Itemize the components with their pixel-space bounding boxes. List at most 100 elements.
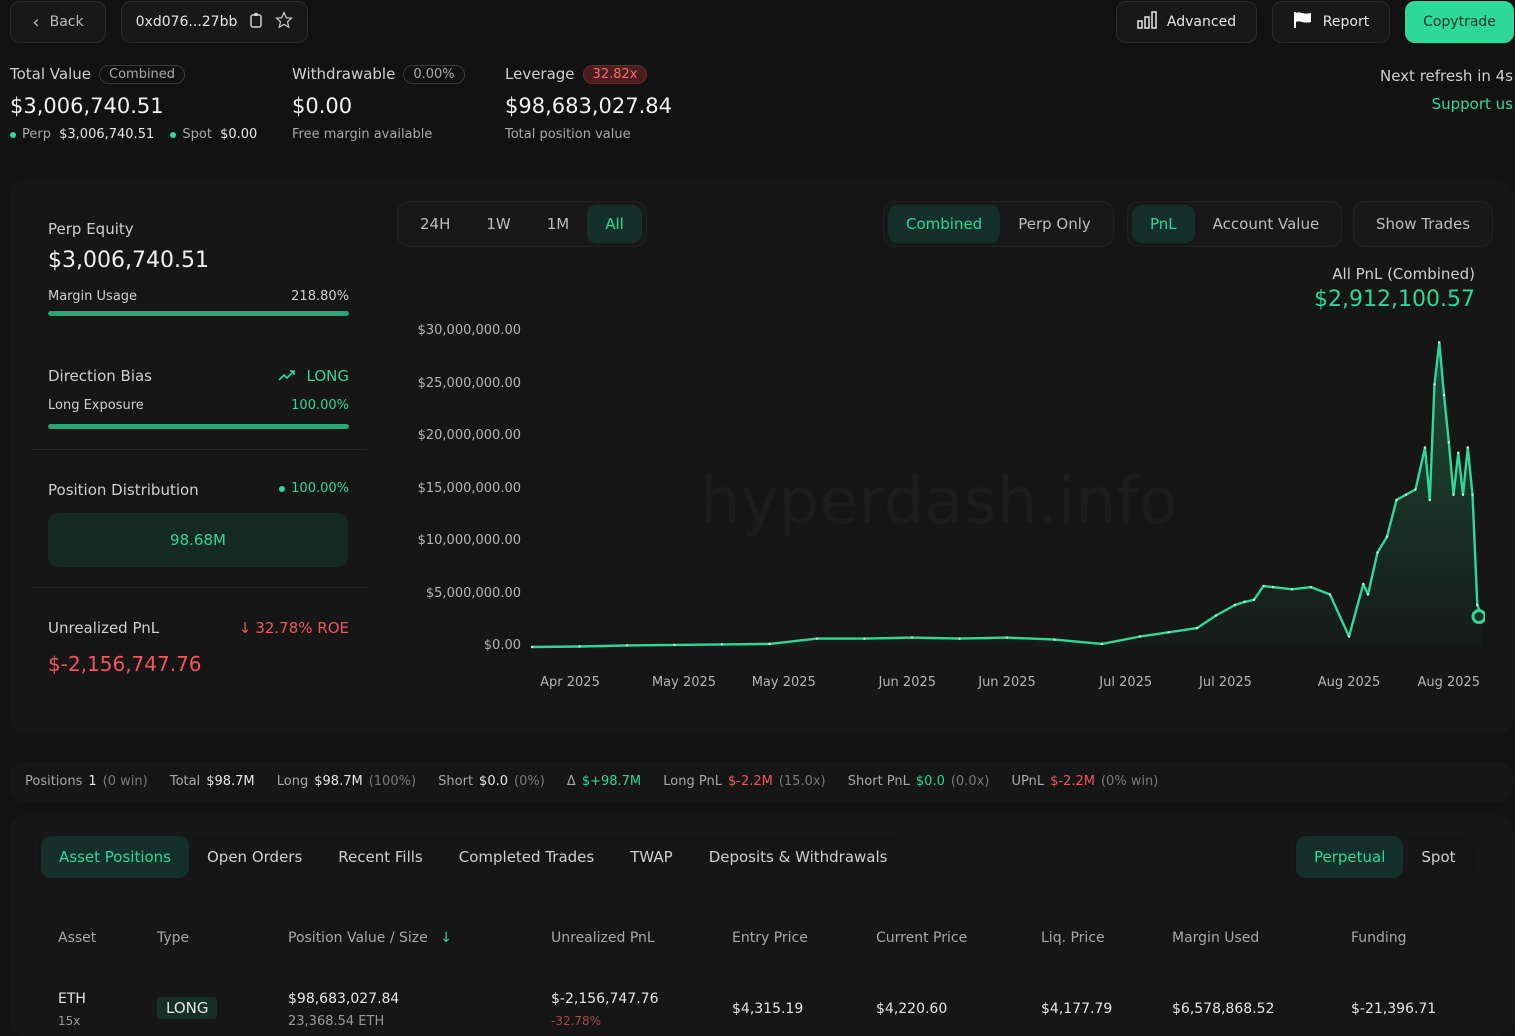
pnl-point <box>578 645 581 648</box>
th-asset[interactable]: Asset <box>58 930 96 946</box>
address-chip[interactable]: 0xd076...27bb <box>121 1 308 43</box>
pnl-point <box>1461 493 1465 496</box>
perp-equity-label: Perp Equity <box>48 220 134 238</box>
tab-open-orders[interactable]: Open Orders <box>189 838 320 876</box>
tab-recent-fills[interactable]: Recent Fills <box>320 838 440 876</box>
tab-asset-positions[interactable]: Asset Positions <box>41 836 189 878</box>
pnl-point <box>1195 626 1199 630</box>
arrow-down-icon: ↓ <box>238 619 252 637</box>
th-type[interactable]: Type <box>157 930 189 946</box>
show-trades-button[interactable]: Show Trades <box>1358 205 1488 243</box>
th-position-value-label: Position Value / Size <box>288 930 428 946</box>
direction-bias-value: LONG <box>48 367 349 385</box>
leverage-stat: Leverage 32.82x $98,683,027.84 Total posi… <box>505 65 672 142</box>
address-text: 0xd076...27bb <box>135 14 238 30</box>
pnl-point <box>1053 638 1056 641</box>
tab-perpetual[interactable]: Perpetual <box>1296 836 1404 878</box>
mode-selector: Combined Perp Only <box>883 201 1114 247</box>
divider-1 <box>32 449 367 450</box>
spot-value: $0.00 <box>220 127 258 142</box>
chevron-left-icon: ‹ <box>32 11 40 33</box>
distribution-dot <box>279 485 286 492</box>
pnl-point <box>1167 631 1170 634</box>
pnl-point <box>1452 493 1455 496</box>
report-button[interactable]: Report <box>1272 1 1390 43</box>
copytrade-label: Copytrade <box>1423 14 1496 30</box>
range-1w[interactable]: 1W <box>468 205 528 243</box>
pnl-point <box>1262 584 1265 588</box>
delta-label: Δ <box>566 774 576 789</box>
y-tick-label: $15,000,000.00 <box>417 480 521 496</box>
tab-deposits-withdrawals[interactable]: Deposits & Withdrawals <box>691 838 906 876</box>
tab-spot[interactable]: Spot <box>1403 838 1473 876</box>
x-tick-label: Jun 2025 <box>878 675 937 690</box>
cell-position-value: $98,683,027.84 <box>288 991 400 1007</box>
leverage-sub: Total position value <box>505 127 631 142</box>
th-entry-price[interactable]: Entry Price <box>732 930 808 946</box>
long-pnl-lev: (15.0x) <box>778 774 826 789</box>
pnl-point <box>1328 593 1332 596</box>
pnl-point <box>1476 603 1479 607</box>
trending-up-icon <box>278 367 301 385</box>
range-1m[interactable]: 1M <box>529 205 588 243</box>
th-margin-used[interactable]: Margin Used <box>1172 930 1259 946</box>
pnl-point <box>1428 498 1431 502</box>
pnl-title: All PnL (Combined) <box>1332 265 1475 283</box>
pnl-point <box>768 642 771 646</box>
th-position-value[interactable]: Position Value / Size ↓ <box>288 930 452 946</box>
pnl-point <box>1252 598 1256 601</box>
th-liq-price[interactable]: Liq. Price <box>1041 930 1105 946</box>
pnl-value: $2,912,100.57 <box>1314 287 1475 312</box>
short-pnl-lev: (0.0x) <box>950 774 990 789</box>
bar-chart-icon <box>1137 11 1157 33</box>
tab-completed-trades[interactable]: Completed Trades <box>441 838 612 876</box>
advanced-button[interactable]: Advanced <box>1116 1 1257 43</box>
star-icon[interactable] <box>275 10 294 33</box>
margin-usage-bar <box>48 311 349 316</box>
distribution-box[interactable]: 98.68M <box>48 513 348 567</box>
refresh-text: Next refresh in 4s <box>1379 67 1513 85</box>
pnl-point <box>673 643 676 647</box>
th-current-price[interactable]: Current Price <box>876 930 967 946</box>
pnl-point <box>1466 446 1469 449</box>
th-unrealized-pnl[interactable]: Unrealized PnL <box>551 930 655 946</box>
pnl-line <box>531 341 1484 649</box>
flag-icon <box>1293 11 1313 33</box>
short-pnl-label: Short PnL <box>847 774 910 789</box>
upnl-value: $-2.2M <box>1050 774 1095 789</box>
cell-entry-price: $4,315.19 <box>732 1001 804 1017</box>
spot-dot <box>170 131 177 138</box>
margin-usage-value: 218.80% <box>291 289 349 304</box>
copytrade-button[interactable]: Copytrade <box>1405 1 1514 43</box>
margin-usage-fill <box>48 311 349 316</box>
copy-icon[interactable] <box>249 12 263 32</box>
mode-combined[interactable]: Combined <box>888 205 1001 243</box>
range-all[interactable]: All <box>587 205 642 243</box>
pnl-endpoint <box>1471 609 1485 625</box>
short-value: $0.0 <box>479 774 508 789</box>
long-exposure-bar <box>48 424 349 429</box>
th-funding[interactable]: Funding <box>1351 930 1407 946</box>
support-link[interactable]: Support us <box>1432 95 1513 113</box>
pnl-point <box>1442 393 1446 397</box>
long-label: Long <box>276 774 309 789</box>
pnl-chart[interactable] <box>530 320 1485 660</box>
roe-value: ↓ 32.78% ROE <box>48 619 349 637</box>
perp-label: Perp <box>22 127 51 142</box>
metric-pnl[interactable]: PnL <box>1132 205 1195 243</box>
y-tick-label: $25,000,000.00 <box>417 375 521 391</box>
range-24h[interactable]: 24H <box>402 205 468 243</box>
advanced-label: Advanced <box>1166 14 1237 30</box>
long-exposure-value: 100.00% <box>291 398 349 413</box>
pnl-point <box>530 645 534 649</box>
pnl-point <box>1214 614 1218 617</box>
pnl-point <box>1243 600 1246 604</box>
long-value: $98.7M <box>314 774 363 789</box>
back-button[interactable]: ‹ Back <box>10 1 106 43</box>
metric-account-value[interactable]: Account Value <box>1195 205 1338 243</box>
pnl-area <box>532 342 1482 647</box>
mode-perp-only[interactable]: Perp Only <box>1000 205 1109 243</box>
x-tick-label: May 2025 <box>751 675 816 690</box>
tab-twap[interactable]: TWAP <box>612 838 690 876</box>
long-exposure-fill <box>48 424 349 429</box>
